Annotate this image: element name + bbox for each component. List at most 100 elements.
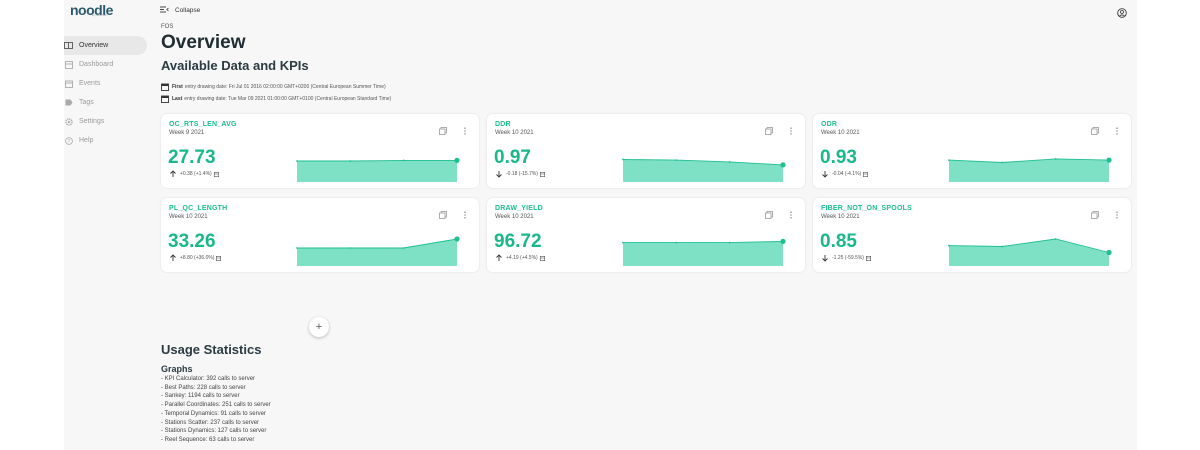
sidebar: noodle by finanzen Overview Dashboard Ev… bbox=[64, 0, 154, 450]
sidebar-item-label: Events bbox=[79, 80, 101, 87]
sidebar-item-label: Overview bbox=[79, 42, 109, 49]
kpi-sparkline bbox=[296, 236, 460, 266]
sparkline-point bbox=[296, 247, 298, 249]
add-kpi-button[interactable]: + bbox=[309, 317, 329, 337]
kpi-card-tools bbox=[1077, 206, 1121, 219]
copy-icon[interactable] bbox=[765, 122, 773, 135]
kpi-week: Week 10 2021 bbox=[821, 214, 860, 220]
more-vertical-icon[interactable] bbox=[1113, 122, 1121, 135]
kpi-name: ODR bbox=[821, 121, 838, 128]
graphs-title: Graphs bbox=[161, 364, 193, 374]
sparkline-point bbox=[454, 236, 460, 242]
kpi-card[interactable]: ODR Week 10 2021 0.93 -0.04 (-4.1%) bbox=[813, 114, 1131, 188]
kpi-delta: +4.19 (+4.5%) bbox=[495, 254, 545, 262]
list-item: - Stations Scatter: 237 calls to server bbox=[161, 419, 260, 426]
table-icon[interactable] bbox=[213, 171, 219, 177]
sparkline-point bbox=[1106, 249, 1112, 256]
list-item: - Stations Dynamics: 127 calls to server bbox=[161, 428, 267, 435]
table-icon[interactable] bbox=[539, 255, 545, 261]
kpi-week: Week 10 2021 bbox=[821, 130, 860, 136]
kpi-week: Week 10 2021 bbox=[495, 214, 534, 220]
table-icon[interactable] bbox=[865, 255, 871, 261]
more-vertical-icon[interactable] bbox=[461, 206, 469, 219]
kpi-delta-text: +4.19 (+4.5%) bbox=[506, 255, 538, 261]
more-vertical-icon[interactable] bbox=[1113, 206, 1121, 219]
kpi-delta-text: -0.04 (-4.1%) bbox=[832, 171, 862, 177]
kpi-card[interactable]: DRAW_YIELD Week 10 2021 96.72 +4.19 (+4.5%) bbox=[487, 198, 805, 272]
arrow-down-icon bbox=[495, 170, 503, 178]
app-window: noodle by finanzen Overview Dashboard Ev… bbox=[64, 0, 1137, 450]
kpi-value: 0.85 bbox=[820, 231, 857, 252]
kpi-card[interactable]: DDR Week 10 2021 0.97 -0.18 (-15.7%) bbox=[487, 114, 805, 188]
sidebar-item-settings[interactable]: Settings bbox=[64, 112, 147, 131]
sidebar-nav: Overview Dashboard Events Tags Settings … bbox=[64, 36, 147, 150]
usage-statistics-title: Usage Statistics bbox=[161, 342, 262, 357]
sidebar-item-label: Tags bbox=[79, 99, 94, 106]
sparkline-point bbox=[948, 244, 950, 247]
list-item: - Reel Sequence: 63 calls to server bbox=[161, 436, 255, 443]
kpi-week: Week 10 2021 bbox=[495, 130, 534, 136]
sidebar-item-dashboard[interactable]: Dashboard bbox=[64, 55, 147, 74]
sidebar-item-label: Settings bbox=[79, 118, 105, 125]
sparkline-point bbox=[1106, 157, 1112, 163]
app-logo-subtitle: by finanzen bbox=[92, 13, 108, 17]
sidebar-item-label: Help bbox=[79, 137, 94, 144]
copy-icon[interactable] bbox=[765, 206, 773, 219]
sparkline-point bbox=[728, 161, 731, 163]
copy-icon[interactable] bbox=[439, 122, 447, 135]
sidebar-item-help[interactable]: ? Help bbox=[64, 131, 147, 150]
sparkline-point bbox=[780, 238, 786, 244]
calendar-icon bbox=[161, 95, 169, 103]
table-icon[interactable] bbox=[539, 171, 545, 177]
kpi-sparkline bbox=[948, 238, 1112, 266]
sparkline-point bbox=[1054, 158, 1057, 160]
sparkline-point bbox=[402, 159, 405, 162]
kpi-name: FIBER_NOT_ON_SPOOLS bbox=[821, 205, 912, 212]
kpi-delta-text: -1.25 (-59.5%) bbox=[832, 255, 864, 261]
kpi-sparkline bbox=[622, 238, 786, 266]
copy-icon[interactable] bbox=[1091, 206, 1099, 219]
more-vertical-icon[interactable] bbox=[787, 122, 795, 135]
last-entry-date: Last entry drawing date: Tue Mar 09 2021… bbox=[161, 94, 1131, 104]
sidebar-item-tags[interactable]: Tags bbox=[64, 93, 147, 112]
kpi-card-tools bbox=[425, 206, 469, 219]
breadcrumb[interactable]: FOS bbox=[161, 24, 1131, 30]
table-icon[interactable] bbox=[863, 171, 869, 177]
first-entry-date: First entry drawing date: Fri Jul 01 201… bbox=[161, 82, 1131, 92]
gear-icon bbox=[64, 117, 73, 126]
sparkline-area bbox=[949, 158, 1109, 182]
sparkline-point bbox=[349, 247, 352, 249]
sparkline-point bbox=[675, 159, 678, 161]
collapse-toggle[interactable]: Collapse bbox=[160, 5, 200, 15]
arrow-up-icon bbox=[495, 254, 503, 262]
kpi-week: Week 9 2021 bbox=[169, 130, 205, 136]
calendar-icon bbox=[64, 80, 73, 88]
sparkline-point bbox=[780, 162, 786, 168]
kpi-value: 27.73 bbox=[168, 147, 216, 168]
sidebar-item-events[interactable]: Events bbox=[64, 74, 147, 93]
kpi-card[interactable]: PL_QC_LENGTH Week 10 2021 33.26 +8.80 (+36.… bbox=[161, 198, 479, 272]
sidebar-item-overview[interactable]: Overview bbox=[64, 36, 147, 55]
collapse-label: Collapse bbox=[175, 6, 201, 14]
copy-icon[interactable] bbox=[1091, 122, 1099, 135]
svg-text:?: ? bbox=[67, 138, 70, 144]
more-vertical-icon[interactable] bbox=[787, 206, 795, 219]
kpi-name: DRAW_YIELD bbox=[495, 205, 543, 212]
table-icon[interactable] bbox=[216, 255, 222, 261]
sparkline-area bbox=[623, 241, 783, 266]
sidebar-item-label: Dashboard bbox=[79, 61, 114, 68]
copy-icon[interactable] bbox=[439, 206, 447, 219]
list-item: - KPI Calculator: 392 calls to server bbox=[161, 376, 256, 382]
kpi-card[interactable]: OC_RTS_LEN_AVG Week 9 2021 27.73 +0.38 (+1.… bbox=[161, 114, 479, 188]
list-item: - Parallel Coordinates: 251 calls to ser… bbox=[161, 402, 271, 409]
sparkline-point bbox=[675, 241, 678, 244]
user-account-icon[interactable] bbox=[1117, 5, 1127, 18]
kpi-card[interactable]: FIBER_NOT_ON_SPOOLS Week 10 2021 0.85 -1.25… bbox=[813, 198, 1131, 272]
calendar-icon bbox=[161, 83, 169, 91]
kpi-value: 0.97 bbox=[494, 147, 531, 168]
list-item: - Best Paths: 228 calls to server bbox=[161, 384, 246, 391]
list-item: - Temporal Dynamics: 91 calls to server bbox=[161, 410, 266, 417]
kpi-card-tools bbox=[1077, 122, 1121, 135]
last-entry-text: entry drawing date: Tue Mar 09 2021 01:0… bbox=[184, 96, 392, 102]
more-vertical-icon[interactable] bbox=[461, 122, 469, 135]
